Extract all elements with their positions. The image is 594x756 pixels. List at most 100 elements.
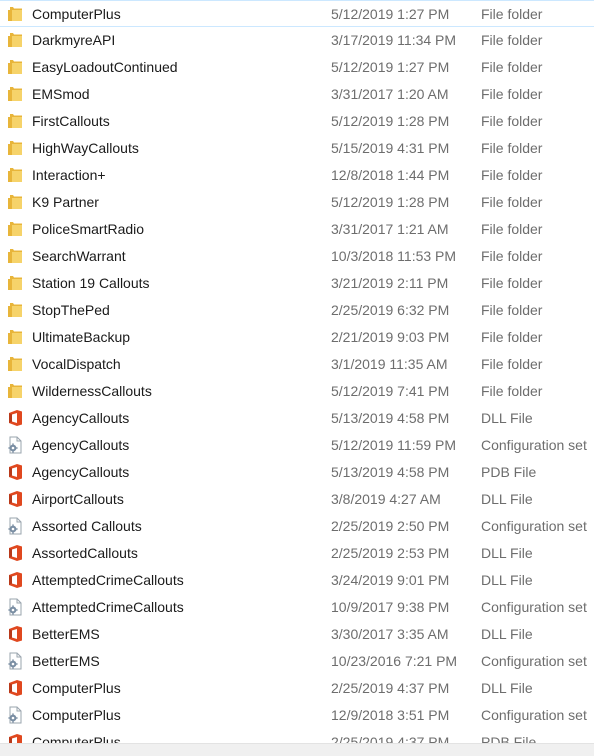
folder-row[interactable]: Station 19 Callouts 3/21/2019 2:11 PM File… — [0, 270, 594, 297]
office-dll-icon — [6, 490, 24, 508]
file-name: ComputerPlus — [32, 680, 121, 696]
office-dll-icon — [6, 409, 24, 427]
config-settings-icon — [6, 706, 24, 724]
date-modified: 5/13/2019 4:58 PM — [331, 410, 450, 426]
folder-icon — [6, 247, 24, 265]
file-type: DLL File — [481, 410, 533, 426]
file-type: File folder — [481, 86, 543, 102]
folder-row[interactable]: ComputerPlus 5/12/2019 1:27 PM File folder — [0, 0, 594, 27]
file-type: File folder — [481, 167, 543, 183]
file-name: AgencyCallouts — [32, 464, 130, 480]
file-name: StopThePed — [32, 302, 110, 318]
file-name: UltimateBackup — [32, 329, 131, 345]
date-modified: 12/8/2018 1:44 PM — [331, 167, 450, 183]
file-name: AirportCallouts — [32, 491, 124, 507]
folder-row[interactable]: StopThePed 2/25/2019 6:32 PM File folder — [0, 297, 594, 324]
file-list: ComputerPlus 5/12/2019 1:27 PM File folder… — [0, 0, 594, 743]
file-row[interactable]: ComputerPlus 2/25/2019 4:37 PM DLL File — [0, 675, 594, 702]
file-name: PoliceSmartRadio — [32, 221, 145, 237]
folder-row[interactable]: SearchWarrant 10/3/2018 11:53 PM File fold… — [0, 243, 594, 270]
folder-row[interactable]: Interaction+ 12/8/2018 1:44 PM File folder — [0, 162, 594, 189]
file-name: K9 Partner — [32, 194, 99, 210]
file-type: PDB File — [481, 734, 537, 743]
office-dll-icon — [6, 679, 24, 697]
config-settings-icon — [6, 517, 24, 535]
office-dll-icon — [6, 571, 24, 589]
folder-row[interactable]: DarkmyreAPI 3/17/2019 11:34 PM File folder — [0, 27, 594, 54]
folder-row[interactable]: PoliceSmartRadio 3/31/2017 1:21 AM File fo… — [0, 216, 594, 243]
date-modified: 5/12/2019 1:27 PM — [331, 59, 450, 75]
file-row[interactable]: AirportCallouts 3/8/2019 4:27 AM DLL File — [0, 486, 594, 513]
horizontal-scrollbar[interactable] — [0, 743, 594, 756]
config-settings-icon — [6, 652, 24, 670]
file-name: ComputerPlus — [32, 6, 121, 22]
file-type: File folder — [481, 302, 543, 318]
file-name: EasyLoadoutContinued — [32, 59, 178, 75]
office-dll-icon — [6, 625, 24, 643]
file-type: DLL File — [481, 572, 533, 588]
file-type: File folder — [481, 221, 543, 237]
file-type: Configuration set — [481, 437, 587, 453]
file-type: DLL File — [481, 545, 533, 561]
file-type: Configuration set — [481, 518, 587, 534]
folder-icon — [6, 31, 24, 49]
file-row[interactable]: AttemptedCrimeCallouts 3/24/2019 9:01 PM D… — [0, 567, 594, 594]
file-name: AgencyCallouts — [32, 410, 130, 426]
date-modified: 2/25/2019 4:37 PM — [331, 680, 450, 696]
date-modified: 5/12/2019 11:59 PM — [331, 437, 457, 453]
file-row[interactable]: ComputerPlus 12/9/2018 3:51 PM Configurati… — [0, 702, 594, 729]
folder-row[interactable]: UltimateBackup 2/21/2019 9:03 PM File fold… — [0, 324, 594, 351]
file-type: File folder — [481, 248, 543, 264]
folder-row[interactable]: VocalDispatch 3/1/2019 11:35 AM File folde… — [0, 351, 594, 378]
file-type: File folder — [481, 32, 543, 48]
file-row[interactable]: BetterEMS 10/23/2016 7:21 PM Configuration… — [0, 648, 594, 675]
date-modified: 10/9/2017 9:38 PM — [331, 599, 450, 615]
file-row[interactable]: AgencyCallouts 5/13/2019 4:58 PM PDB File — [0, 459, 594, 486]
file-type: File folder — [481, 6, 543, 22]
folder-row[interactable]: K9 Partner 5/12/2019 1:28 PM File folder — [0, 189, 594, 216]
folder-icon — [6, 139, 24, 157]
file-name: HighWayCallouts — [32, 140, 139, 156]
office-dll-icon — [6, 733, 24, 743]
date-modified: 10/23/2016 7:21 PM — [331, 653, 458, 669]
file-name: SearchWarrant — [32, 248, 126, 264]
file-name: DarkmyreAPI — [32, 32, 116, 48]
file-name: AssortedCallouts — [32, 545, 138, 561]
folder-row[interactable]: WildernessCallouts 5/12/2019 7:41 PM File … — [0, 378, 594, 405]
date-modified: 3/30/2017 3:35 AM — [331, 626, 449, 642]
date-modified: 3/8/2019 4:27 AM — [331, 491, 441, 507]
file-name: WildernessCallouts — [32, 383, 152, 399]
file-row[interactable]: AgencyCallouts 5/13/2019 4:58 PM DLL File — [0, 405, 594, 432]
file-row[interactable]: AttemptedCrimeCallouts 10/9/2017 9:38 PM C… — [0, 594, 594, 621]
file-name: Assorted Callouts — [32, 518, 142, 534]
file-type: File folder — [481, 383, 543, 399]
folder-icon — [6, 193, 24, 211]
date-modified: 5/12/2019 1:27 PM — [331, 6, 450, 22]
file-row[interactable]: ComputerPlus 2/25/2019 4:37 PM PDB File — [0, 729, 594, 743]
date-modified: 5/15/2019 4:31 PM — [331, 140, 450, 156]
date-modified: 3/24/2019 9:01 PM — [331, 572, 450, 588]
folder-icon — [6, 112, 24, 130]
date-modified: 2/25/2019 4:37 PM — [331, 734, 450, 743]
file-name: EMSmod — [32, 86, 90, 102]
folder-icon — [6, 5, 24, 23]
file-type: File folder — [481, 113, 543, 129]
office-dll-icon — [6, 544, 24, 562]
date-modified: 12/9/2018 3:51 PM — [331, 707, 450, 723]
folder-row[interactable]: EMSmod 3/31/2017 1:20 AM File folder — [0, 81, 594, 108]
file-row[interactable]: AgencyCallouts 5/12/2019 11:59 PM Configur… — [0, 432, 594, 459]
file-row[interactable]: Assorted Callouts 2/25/2019 2:50 PM Config… — [0, 513, 594, 540]
office-dll-icon — [6, 463, 24, 481]
folder-row[interactable]: EasyLoadoutContinued 5/12/2019 1:27 PM Fil… — [0, 54, 594, 81]
date-modified: 2/25/2019 2:53 PM — [331, 545, 450, 561]
folder-icon — [6, 382, 24, 400]
folder-icon — [6, 220, 24, 238]
file-row[interactable]: AssortedCallouts 2/25/2019 2:53 PM DLL Fil… — [0, 540, 594, 567]
file-row[interactable]: BetterEMS 3/30/2017 3:35 AM DLL File — [0, 621, 594, 648]
date-modified: 5/12/2019 7:41 PM — [331, 383, 450, 399]
folder-row[interactable]: FirstCallouts 5/12/2019 1:28 PM File folde… — [0, 108, 594, 135]
file-name: VocalDispatch — [32, 356, 121, 372]
folder-icon — [6, 85, 24, 103]
folder-row[interactable]: HighWayCallouts 5/15/2019 4:31 PM File fol… — [0, 135, 594, 162]
date-modified: 5/13/2019 4:58 PM — [331, 464, 450, 480]
